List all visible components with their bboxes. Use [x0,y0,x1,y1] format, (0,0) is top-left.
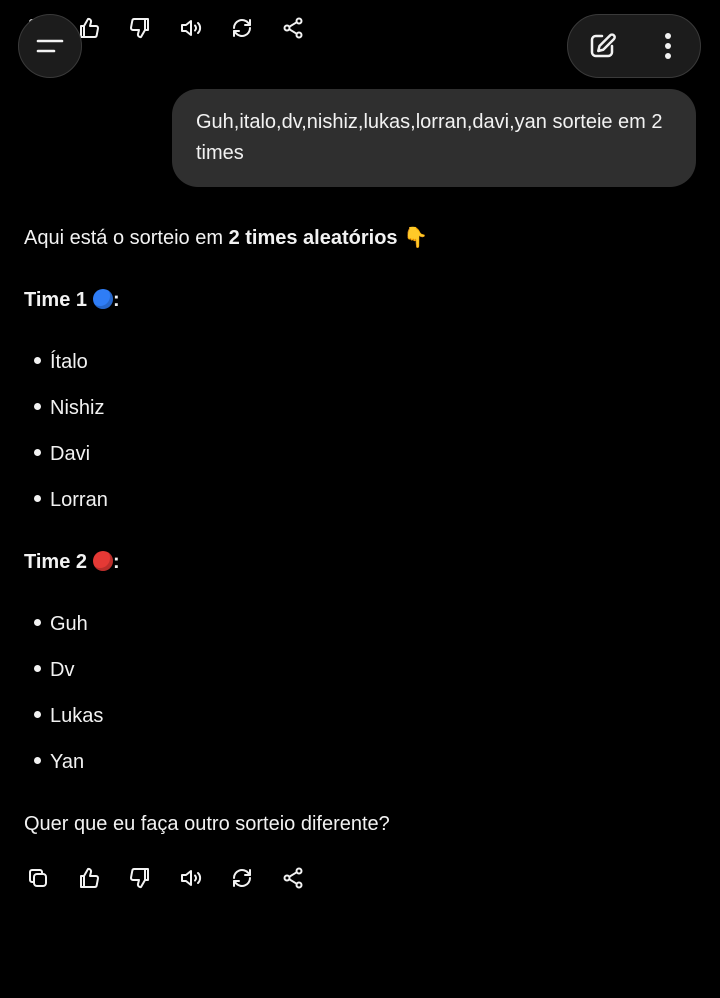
header-actions [567,14,701,78]
blue-circle-icon [93,289,113,309]
response-intro: Aqui está o sorteio em 2 times aleatório… [24,224,428,252]
team2-member: Yan [50,751,85,773]
bullet-dot [34,357,41,364]
bullet-dot [34,711,41,718]
user-message-bubble: Guh,italo,dv,nishiz,lukas,lorran,davi,ya… [172,89,696,187]
team1-member: Lorran [50,489,108,511]
bullet-dot [34,619,41,626]
team1-member: Ítalo [50,351,88,373]
speaker-icon [181,870,202,886]
bullet-dot [34,665,41,672]
bullet-dot [34,403,41,410]
menu-icon [36,39,64,53]
thumbs-down-icon [130,18,149,39]
copy-icon [29,869,47,887]
team2-member: Lukas [50,705,104,727]
read-aloud-button[interactable] [174,861,208,895]
team1-member: Nishiz [50,397,105,419]
pointing-down-emoji: 👇 [403,227,428,249]
like-button[interactable] [72,861,106,895]
regenerate-button[interactable] [225,861,259,895]
team2-label: Time 2 [24,551,87,573]
speaker-icon [181,20,202,36]
regenerate-button-top[interactable] [225,11,259,45]
share-icon [283,867,303,889]
red-circle-icon [93,551,113,571]
team2-member: Guh [50,613,88,635]
edit-icon [590,33,616,58]
new-chat-button[interactable] [570,15,634,77]
intro-text: Aqui está o sorteio em [24,227,229,249]
thumbs-up-icon [80,867,99,888]
read-aloud-button-top[interactable] [174,11,208,45]
team2-heading: Time 2: [24,548,120,576]
thumbs-down-icon [130,868,149,889]
more-options-button[interactable] [636,15,700,77]
copy-button[interactable] [21,861,55,895]
share-button[interactable] [276,861,310,895]
refresh-icon [233,19,251,37]
team2-colon: : [113,551,120,573]
team1-member: Davi [50,443,91,465]
intro-bold-text: 2 times aleatórios [228,227,398,249]
team2-member: Dv [50,659,75,681]
team1-label: Time 1 [24,289,87,311]
more-vertical-icon [665,33,671,59]
user-message-text: Guh,italo,dv,nishiz,lukas,lorran,davi,ya… [196,111,663,164]
dislike-button[interactable] [123,861,157,895]
bullet-dot [34,495,41,502]
refresh-icon [233,869,251,887]
response-closing: Quer que eu faça outro sorteio diferente… [24,813,390,835]
team1-heading: Time 1: [24,286,120,314]
dislike-button-top[interactable] [123,11,157,45]
bullet-dot [34,757,41,764]
bullet-dot [34,449,41,456]
share-button-top[interactable] [276,11,310,45]
share-icon [283,17,303,39]
menu-button[interactable] [18,14,82,78]
team1-colon: : [113,289,120,311]
